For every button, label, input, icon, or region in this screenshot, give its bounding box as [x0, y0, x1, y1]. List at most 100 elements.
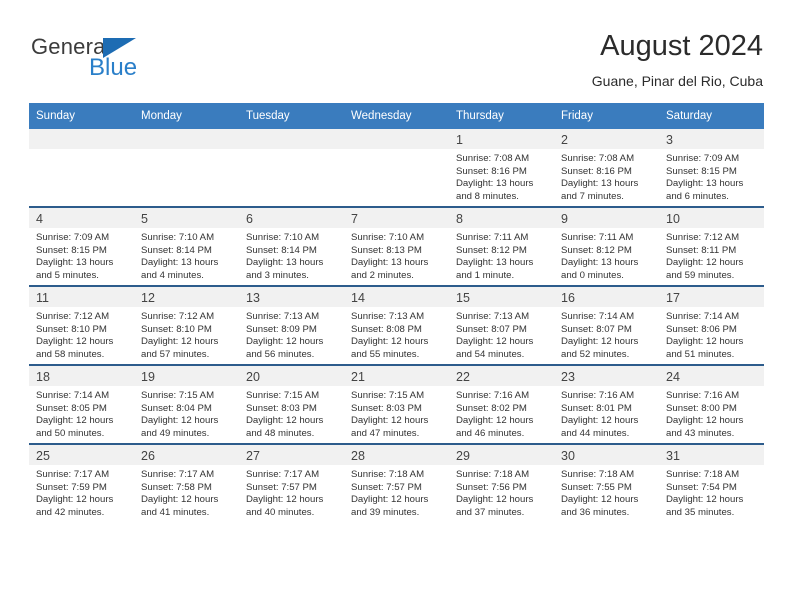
calendar-day-cell[interactable]: 22 Sunrise: 7:16 AM Sunset: 8:02 PM Dayligh…: [449, 364, 554, 444]
day-daylight-1-text: Daylight: 12 hours: [561, 415, 639, 427]
calendar-day-cell[interactable]: 25 Sunrise: 7:17 AM Sunset: 7:59 PM Dayligh…: [29, 443, 134, 522]
calendar-day-cell[interactable]: 1 Sunrise: 7:08 AM Sunset: 8:16 PM Daylight…: [449, 129, 554, 207]
calendar-day-cell[interactable]: 14 Sunrise: 7:13 AM Sunset: 8:08 PM Dayligh…: [344, 285, 449, 365]
day-daylight-1-text: Daylight: 12 hours: [666, 415, 744, 427]
day-number: 2: [561, 133, 568, 147]
day-number-strip: 16: [554, 287, 659, 307]
day-details: Sunrise: 7:16 AM Sunset: 8:02 PM Daylight:…: [449, 386, 554, 440]
day-number-strip: 29: [449, 445, 554, 465]
calendar-day-cell[interactable]: 29 Sunrise: 7:18 AM Sunset: 7:56 PM Dayligh…: [449, 443, 554, 522]
day-sunrise-text: Sunrise: 7:14 AM: [36, 390, 110, 401]
day-sunrise-text: Sunrise: 7:09 AM: [36, 232, 110, 243]
day-number: 30: [561, 449, 575, 463]
calendar-day-cell[interactable]: 16 Sunrise: 7:14 AM Sunset: 8:07 PM Dayligh…: [554, 285, 659, 365]
day-daylight-2-text: and 57 minutes.: [141, 348, 210, 360]
day-sunrise-text: Sunrise: 7:10 AM: [246, 232, 320, 243]
calendar-cell-inner: 20 Sunrise: 7:15 AM Sunset: 8:03 PM Dayligh…: [239, 366, 344, 443]
calendar-cell-inner: 7 Sunrise: 7:10 AM Sunset: 8:13 PM Daylight…: [344, 208, 449, 285]
calendar-day-cell[interactable]: 9 Sunrise: 7:11 AM Sunset: 8:12 PM Daylight…: [554, 206, 659, 286]
calendar-day-cell[interactable]: 11 Sunrise: 7:12 AM Sunset: 8:10 PM Dayligh…: [29, 285, 134, 365]
day-details: Sunrise: 7:17 AM Sunset: 7:59 PM Daylight:…: [29, 465, 134, 519]
day-daylight-2-text: and 37 minutes.: [456, 506, 525, 518]
day-number: 14: [351, 291, 365, 305]
calendar-day-cell[interactable]: 13 Sunrise: 7:13 AM Sunset: 8:09 PM Dayligh…: [239, 285, 344, 365]
calendar-day-cell[interactable]: 28 Sunrise: 7:18 AM Sunset: 7:57 PM Dayligh…: [344, 443, 449, 522]
calendar-day-cell[interactable]: 2 Sunrise: 7:08 AM Sunset: 8:16 PM Daylight…: [554, 129, 659, 207]
day-details: Sunrise: 7:09 AM Sunset: 8:15 PM Daylight:…: [29, 228, 134, 282]
day-number-strip: [29, 129, 134, 149]
day-number: 26: [141, 449, 155, 463]
calendar-day-cell[interactable]: 31 Sunrise: 7:18 AM Sunset: 7:54 PM Dayligh…: [659, 443, 764, 522]
day-sunset-text: Sunset: 7:55 PM: [561, 481, 632, 493]
day-details: Sunrise: 7:18 AM Sunset: 7:57 PM Daylight:…: [344, 465, 449, 519]
calendar-cell-inner: [344, 129, 449, 206]
day-number: 6: [246, 212, 253, 226]
day-sunrise-text: Sunrise: 7:15 AM: [351, 390, 425, 401]
calendar-cell-inner: 30 Sunrise: 7:18 AM Sunset: 7:55 PM Dayligh…: [554, 445, 659, 522]
calendar-day-cell[interactable]: 23 Sunrise: 7:16 AM Sunset: 8:01 PM Dayligh…: [554, 364, 659, 444]
calendar-cell-inner: 11 Sunrise: 7:12 AM Sunset: 8:10 PM Dayligh…: [29, 287, 134, 364]
calendar-cell-inner: 13 Sunrise: 7:13 AM Sunset: 8:09 PM Dayligh…: [239, 287, 344, 364]
calendar-day-cell[interactable]: 20 Sunrise: 7:15 AM Sunset: 8:03 PM Dayligh…: [239, 364, 344, 444]
calendar-day-cell[interactable]: 3 Sunrise: 7:09 AM Sunset: 8:15 PM Daylight…: [659, 129, 764, 207]
day-sunrise-text: Sunrise: 7:13 AM: [246, 311, 320, 322]
day-daylight-2-text: and 0 minutes.: [561, 269, 624, 281]
calendar-cell-empty: [29, 129, 134, 207]
calendar-cell-inner: 4 Sunrise: 7:09 AM Sunset: 8:15 PM Daylight…: [29, 208, 134, 285]
day-number: 25: [36, 449, 50, 463]
calendar-day-cell[interactable]: 26 Sunrise: 7:17 AM Sunset: 7:58 PM Dayligh…: [134, 443, 239, 522]
day-number: 7: [351, 212, 358, 226]
day-sunrise-text: Sunrise: 7:13 AM: [351, 311, 425, 322]
calendar-day-cell[interactable]: 21 Sunrise: 7:15 AM Sunset: 8:03 PM Dayligh…: [344, 364, 449, 444]
day-daylight-2-text: and 36 minutes.: [561, 506, 630, 518]
calendar-day-cell[interactable]: 19 Sunrise: 7:15 AM Sunset: 8:04 PM Dayligh…: [134, 364, 239, 444]
calendar-cell-inner: 22 Sunrise: 7:16 AM Sunset: 8:02 PM Dayligh…: [449, 366, 554, 443]
calendar-day-cell[interactable]: 4 Sunrise: 7:09 AM Sunset: 8:15 PM Daylight…: [29, 206, 134, 286]
calendar-day-cell[interactable]: 27 Sunrise: 7:17 AM Sunset: 7:57 PM Dayligh…: [239, 443, 344, 522]
calendar-week-row: 4 Sunrise: 7:09 AM Sunset: 8:15 PM Daylight…: [29, 206, 764, 286]
day-details: Sunrise: 7:10 AM Sunset: 8:14 PM Daylight:…: [239, 228, 344, 282]
day-number-strip: 30: [554, 445, 659, 465]
day-daylight-2-text: and 55 minutes.: [351, 348, 420, 360]
calendar-day-cell[interactable]: 12 Sunrise: 7:12 AM Sunset: 8:10 PM Dayligh…: [134, 285, 239, 365]
calendar-day-cell[interactable]: 15 Sunrise: 7:13 AM Sunset: 8:07 PM Dayligh…: [449, 285, 554, 365]
day-number: 19: [141, 370, 155, 384]
calendar-day-cell[interactable]: 17 Sunrise: 7:14 AM Sunset: 8:06 PM Dayligh…: [659, 285, 764, 365]
day-number: 28: [351, 449, 365, 463]
day-daylight-1-text: Daylight: 13 hours: [666, 178, 744, 190]
day-sunset-text: Sunset: 8:14 PM: [246, 244, 317, 256]
calendar-day-cell[interactable]: 8 Sunrise: 7:11 AM Sunset: 8:12 PM Daylight…: [449, 206, 554, 286]
day-sunset-text: Sunset: 8:10 PM: [141, 323, 212, 335]
day-daylight-2-text: and 5 minutes.: [36, 269, 99, 281]
calendar-day-cell[interactable]: 5 Sunrise: 7:10 AM Sunset: 8:14 PM Daylight…: [134, 206, 239, 286]
day-sunrise-text: Sunrise: 7:18 AM: [666, 469, 740, 480]
day-sunrise-text: Sunrise: 7:14 AM: [561, 311, 635, 322]
weekday-header-sunday: Sunday: [29, 103, 134, 129]
day-sunset-text: Sunset: 7:57 PM: [246, 481, 317, 493]
calendar-day-cell[interactable]: 30 Sunrise: 7:18 AM Sunset: 7:55 PM Dayligh…: [554, 443, 659, 522]
day-sunset-text: Sunset: 8:04 PM: [141, 402, 212, 414]
day-sunset-text: Sunset: 8:08 PM: [351, 323, 422, 335]
calendar-day-cell[interactable]: 6 Sunrise: 7:10 AM Sunset: 8:14 PM Daylight…: [239, 206, 344, 286]
calendar-day-cell[interactable]: 18 Sunrise: 7:14 AM Sunset: 8:05 PM Dayligh…: [29, 364, 134, 444]
calendar-cell-inner: 1 Sunrise: 7:08 AM Sunset: 8:16 PM Daylight…: [449, 129, 554, 206]
day-sunset-text: Sunset: 8:03 PM: [246, 402, 317, 414]
page-header: General Blue August 2024 Guane, Pinar de…: [29, 28, 763, 98]
calendar-day-cell[interactable]: 10 Sunrise: 7:12 AM Sunset: 8:11 PM Dayligh…: [659, 206, 764, 286]
day-details: Sunrise: 7:14 AM Sunset: 8:05 PM Daylight:…: [29, 386, 134, 440]
day-details: Sunrise: 7:10 AM Sunset: 8:13 PM Daylight:…: [344, 228, 449, 282]
day-details: Sunrise: 7:13 AM Sunset: 8:08 PM Daylight:…: [344, 307, 449, 361]
day-daylight-1-text: Daylight: 12 hours: [666, 336, 744, 348]
day-details: Sunrise: 7:14 AM Sunset: 8:07 PM Daylight:…: [554, 307, 659, 361]
day-sunset-text: Sunset: 7:58 PM: [141, 481, 212, 493]
calendar-cell-empty: [344, 129, 449, 207]
calendar-page: General Blue August 2024 Guane, Pinar de…: [0, 0, 792, 612]
calendar-day-cell[interactable]: 24 Sunrise: 7:16 AM Sunset: 8:00 PM Dayligh…: [659, 364, 764, 444]
day-daylight-1-text: Daylight: 12 hours: [351, 336, 429, 348]
calendar-week-row: 25 Sunrise: 7:17 AM Sunset: 7:59 PM Dayligh…: [29, 443, 764, 522]
day-number-strip: 20: [239, 366, 344, 386]
day-number-strip: 26: [134, 445, 239, 465]
day-number-strip: 24: [659, 366, 764, 386]
day-sunset-text: Sunset: 8:10 PM: [36, 323, 107, 335]
calendar-day-cell[interactable]: 7 Sunrise: 7:10 AM Sunset: 8:13 PM Daylight…: [344, 206, 449, 286]
